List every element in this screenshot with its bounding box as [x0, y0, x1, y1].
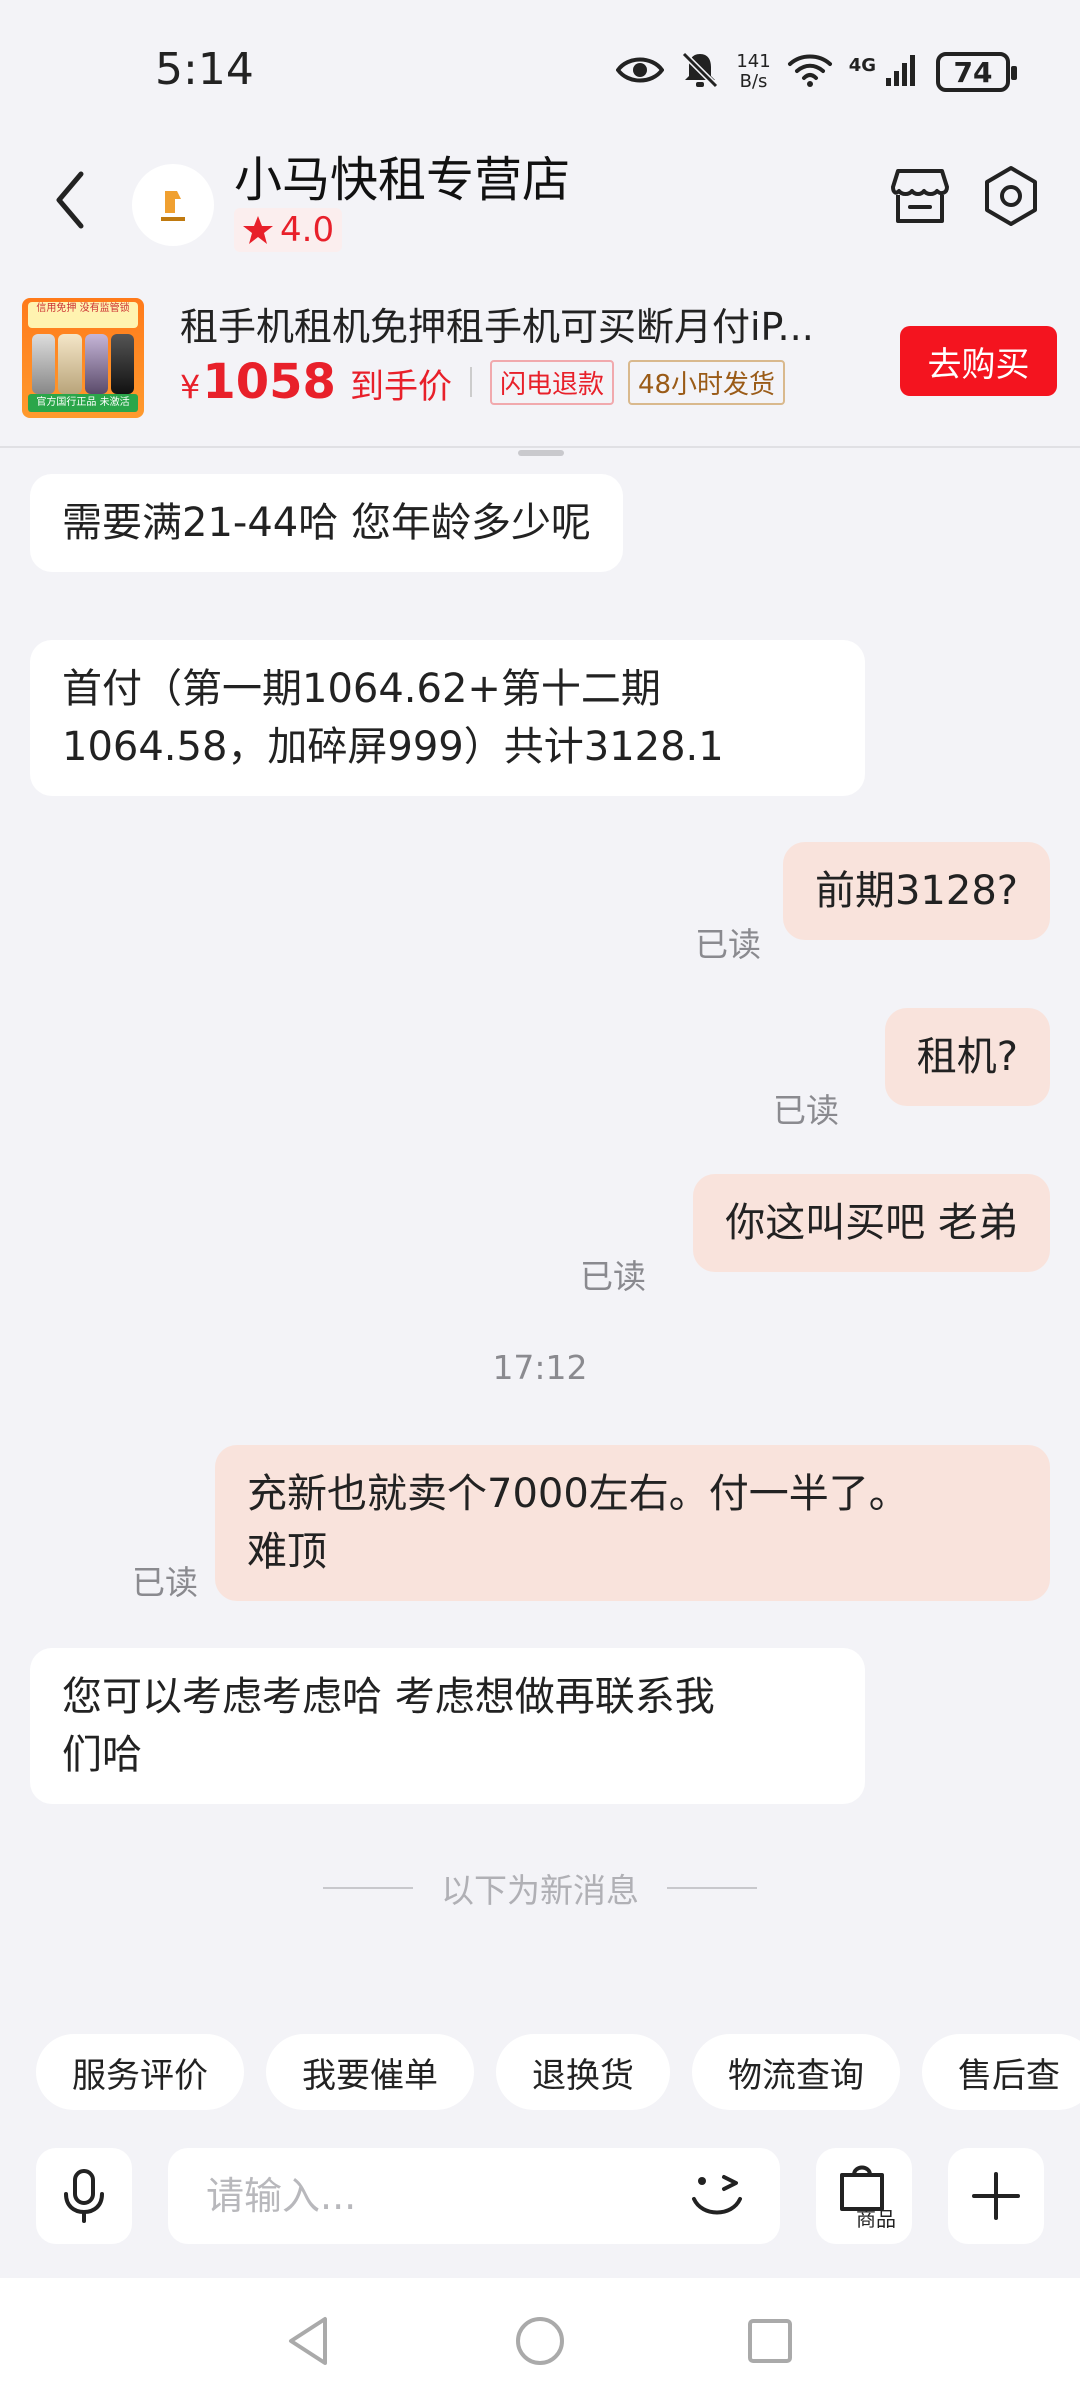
nav-back-button[interactable] [274, 2306, 344, 2376]
nav-recent-button[interactable] [735, 2306, 805, 2376]
chip-after-sales[interactable]: 售后查 [922, 2034, 1080, 2110]
message-text: 前期3128? [814, 868, 1018, 914]
message-bubble-outgoing[interactable]: 租机? [884, 1008, 1050, 1106]
message-text: 租机? [916, 1034, 1018, 1080]
more-button[interactable] [948, 2148, 1044, 2244]
voice-button[interactable] [36, 2148, 132, 2244]
star-icon [243, 216, 273, 244]
price-value: 1058 [202, 354, 336, 410]
back-icon [56, 171, 84, 229]
product-thumbnail[interactable]: 信用免押 没有监管锁 官方国行正品 未激活 [22, 298, 144, 418]
eye-icon [615, 54, 665, 90]
thumb-phones-image [32, 334, 134, 394]
signal-icon [884, 52, 920, 92]
product-title[interactable]: 租手机租机免押租手机可买断月付iP... [180, 296, 880, 351]
goods-button[interactable]: 商品 [816, 2148, 912, 2244]
nav-home-icon [516, 2317, 564, 2365]
network-type: 4G [848, 54, 876, 76]
chip-return-exchange[interactable]: 退换货 [496, 2034, 670, 2110]
status-bar: 5:14 141 B/s 4G 74 [0, 0, 1080, 130]
price-symbol: ¥ [180, 368, 201, 406]
status-time: 5:14 [155, 44, 254, 95]
message-text-line: 难顶 [247, 1529, 327, 1575]
message-text-line: 1064.58，加碎屏999）共计3128.1 [62, 724, 724, 770]
input-bar: 商品 [0, 2140, 1080, 2270]
new-messages-label: 以下为新消息 [441, 1871, 639, 1910]
read-receipt: 已读 [580, 1257, 646, 1296]
net-speed-value: 141 [736, 51, 771, 72]
divider-line [667, 1887, 757, 1889]
quick-actions: 服务评价 我要催单 退换货 物流查询 售后查 [36, 2034, 1080, 2110]
message-bubble-incoming[interactable]: 首付（第一期1064.62+第十二期 1064.58，加碎屏999）共计3128… [30, 640, 865, 796]
divider-line [323, 1887, 413, 1889]
message-bubble-incoming[interactable]: 需要满21-44哈 您年龄多少呢 [30, 474, 623, 572]
message-text-line: 充新也就卖个7000左右。付一半了。 [247, 1471, 909, 1517]
read-receipt: 已读 [695, 925, 761, 964]
rating-value: 4.0 [280, 210, 335, 250]
message-text-line: 首付（第一期1064.62+第十二期 [62, 666, 661, 712]
net-speed: 141 B/s [736, 52, 770, 92]
thumb-bottom-text: 官方国行正品 未激活 [28, 394, 138, 412]
message-text-line: 们哈 [62, 1732, 142, 1778]
chip-urge-order[interactable]: 我要催单 [266, 2034, 474, 2110]
price-row: ¥ 1058 到手价 闪电退款 48小时发货 [180, 354, 786, 410]
store-icon [891, 169, 949, 223]
new-messages-divider: 以下为新消息 [0, 1864, 1080, 1912]
shop-name[interactable]: 小马快租专营店 [234, 140, 570, 210]
nav-recent-icon [748, 2319, 792, 2363]
store-button[interactable] [884, 160, 956, 232]
shop-rating: 4.0 [234, 208, 343, 252]
thumb-top-text: 信用免押 没有监管锁 [28, 302, 138, 328]
chip-logistics[interactable]: 物流查询 [692, 2034, 900, 2110]
message-bubble-outgoing[interactable]: 你这叫买吧 老弟 [693, 1174, 1050, 1272]
message-timestamp: 17:12 [492, 1348, 588, 1387]
wifi-icon [787, 52, 833, 92]
shop-avatar[interactable] [132, 164, 214, 246]
status-icons: 141 B/s 4G 74 [615, 44, 1017, 100]
message-bubble-outgoing[interactable]: 前期3128? [782, 842, 1050, 940]
collapse-handle[interactable] [518, 450, 564, 456]
tag-fast-refund: 闪电退款 [489, 359, 614, 405]
mute-icon [680, 50, 720, 94]
emoji-icon [692, 2175, 742, 2215]
net-speed-unit: B/s [739, 71, 768, 92]
battery-icon: 74 [936, 52, 1017, 92]
settings-icon [985, 166, 1037, 226]
read-receipt: 已读 [773, 1091, 839, 1130]
plus-icon [972, 2172, 1020, 2220]
price-note: 到手价 [349, 367, 452, 407]
emoji-button[interactable] [680, 2158, 756, 2234]
message-text: 你这叫买吧 老弟 [725, 1200, 1018, 1246]
message-bubble-incoming[interactable]: 您可以考虑考虑哈 考虑想做再联系我 们哈 [30, 1648, 865, 1804]
read-receipt: 已读 [132, 1563, 198, 1602]
nav-home-button[interactable] [505, 2306, 575, 2376]
system-nav-bar [0, 2278, 1080, 2400]
message-text: 需要满21-44哈 您年龄多少呢 [62, 500, 591, 546]
back-button[interactable] [40, 162, 100, 238]
price-divider [469, 367, 472, 397]
message-text-line: 您可以考虑考虑哈 考虑想做再联系我 [62, 1674, 715, 1720]
chip-service-review[interactable]: 服务评价 [36, 2034, 244, 2110]
nav-back-icon [289, 2317, 327, 2365]
tag-48h-shipping: 48小时发货 [627, 359, 786, 405]
mic-icon [64, 2169, 104, 2223]
settings-button[interactable] [975, 160, 1047, 232]
battery-level: 74 [953, 55, 993, 89]
goods-label: 商品 [856, 2206, 896, 2231]
chat-header: 小马快租专营店 4.0 [0, 130, 1080, 270]
buy-button[interactable]: 去购买 [900, 326, 1057, 396]
message-bubble-outgoing[interactable]: 充新也就卖个7000左右。付一半了。 难顶 [215, 1445, 1050, 1601]
product-card[interactable]: 信用免押 没有监管锁 官方国行正品 未激活 租手机租机免押租手机可买断月付iP.… [0, 278, 1080, 448]
